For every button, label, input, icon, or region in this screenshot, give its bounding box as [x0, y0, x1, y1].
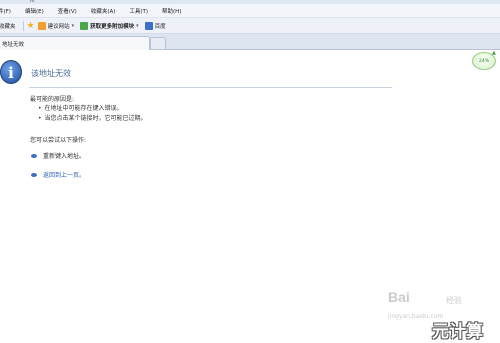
menu-favorites[interactable]: 收藏夹(A): [91, 7, 116, 15]
favorites-bar: 收藏夹 ★ 建议网站 ▾ 获取更多附加模块 ▾ 百度: [0, 18, 500, 34]
bullet-icon: •: [38, 115, 42, 122]
blue-bullet-icon: [31, 153, 37, 158]
action-link-text[interactable]: 返回到上一页。: [43, 170, 85, 179]
favorites-divider: [22, 20, 24, 31]
favorite-suggested-sites[interactable]: 建议网站 ▾: [37, 21, 75, 30]
go-back-link[interactable]: 返回到上一页。: [31, 170, 85, 179]
suggested-sites-icon: [37, 21, 46, 30]
favorite-label: 百度: [154, 23, 166, 30]
chevron-down-icon: ▾: [71, 22, 75, 29]
menu-edit[interactable]: 编辑(E): [25, 7, 44, 15]
favorite-label: 建议网站: [47, 23, 70, 30]
addons-icon: [80, 21, 89, 30]
favorite-label: 获取更多附加模块: [90, 23, 135, 30]
menu-bar: 件(F) 编辑(E) 查看(V) 收藏夹(A) 工具(T) 帮助(H): [0, 4, 500, 18]
menu-file[interactable]: 件(F): [0, 7, 11, 15]
reason-text: 当您点击某个链接时，它可能已过期。: [44, 115, 147, 122]
baidu-icon: [144, 21, 153, 30]
chevron-down-icon: ▾: [136, 22, 139, 29]
reason-item: • 在地址中可能存在键入错误。: [38, 103, 123, 112]
menu-view[interactable]: 查看(V): [58, 7, 77, 15]
favorite-get-addons[interactable]: 获取更多附加模块 ▾: [80, 21, 139, 30]
menu-tools[interactable]: 工具(T): [129, 7, 148, 15]
watermark: Bai 经验 jingyan.baidu.com 元计算: [380, 283, 500, 343]
tab-title: 地址无效: [2, 42, 25, 48]
reason-item: • 当您点击某个链接时，它可能已过期。: [38, 113, 147, 122]
tab-current[interactable]: 地址无效: [0, 36, 150, 50]
retype-address-item: 重新键入地址。: [31, 151, 85, 160]
info-icon: i: [0, 60, 22, 84]
reasons-heading: 最可能的原因是:: [30, 96, 75, 103]
bullet-icon: •: [38, 105, 42, 112]
reason-text: 在地址中可能存在键入错误。: [44, 105, 123, 112]
try-heading: 您可以尝试以下操作:: [30, 137, 87, 144]
new-tab-button[interactable]: [150, 37, 166, 49]
page-title: 该地址无效: [31, 69, 71, 78]
watermark-brand-sub: 经验: [446, 296, 462, 305]
add-favorite-star-icon[interactable]: ★: [27, 21, 35, 31]
action-text: 重新键入地址。: [43, 153, 86, 160]
favorite-baidu[interactable]: 百度: [144, 21, 166, 30]
watermark-overlay-text: 元计算: [432, 322, 483, 342]
zoom-up-arrow-icon: ▲: [492, 50, 496, 56]
favorites-label[interactable]: 收藏夹: [0, 22, 16, 30]
watermark-brand: Bai: [388, 289, 410, 305]
blue-bullet-icon: [31, 172, 37, 177]
menu-help[interactable]: 帮助(H): [162, 7, 181, 15]
tab-bar: 地址无效: [0, 34, 500, 50]
title-divider: [29, 87, 392, 88]
